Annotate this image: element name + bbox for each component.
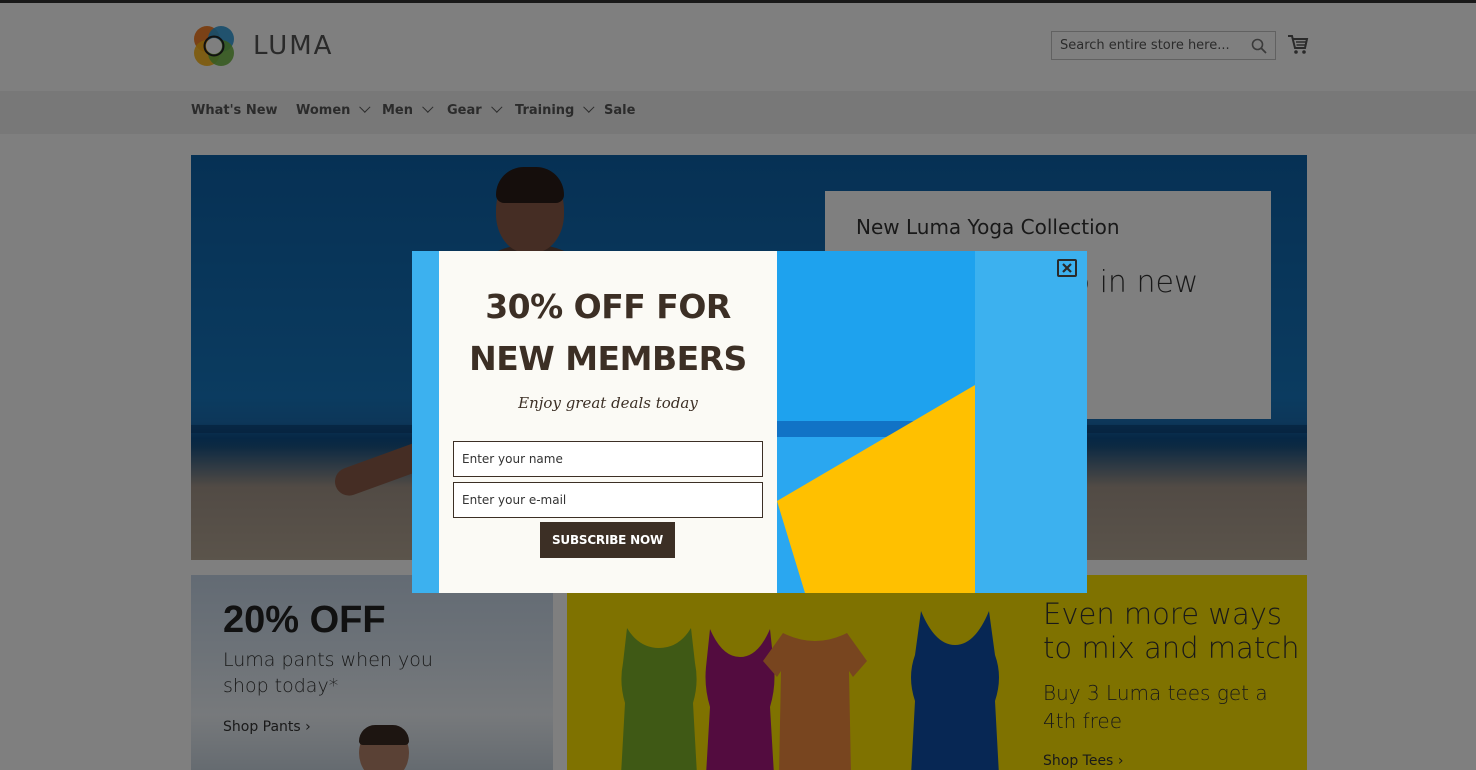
name-field[interactable]: [453, 441, 763, 477]
popup-heading-line2: NEW MEMBERS: [469, 339, 747, 378]
popup-heading-line1: 30% OFF FOR: [485, 287, 731, 326]
subscribe-button[interactable]: SUBSCRIBE NOW: [540, 522, 675, 558]
name-input[interactable]: [454, 442, 762, 476]
popup-heading: 30% OFF FOR NEW MEMBERS: [439, 281, 777, 385]
popup-subheading: Enjoy great deals today: [518, 394, 698, 412]
popup-form-panel: 30% OFF FOR NEW MEMBERS Enjoy great deal…: [439, 251, 777, 593]
close-button[interactable]: [1057, 259, 1077, 277]
email-field[interactable]: [453, 482, 763, 518]
close-icon: [1062, 263, 1072, 273]
newsletter-popup: 30% OFF FOR NEW MEMBERS Enjoy great deal…: [412, 251, 1087, 593]
popup-art-image: [777, 251, 975, 593]
email-input[interactable]: [454, 483, 762, 517]
